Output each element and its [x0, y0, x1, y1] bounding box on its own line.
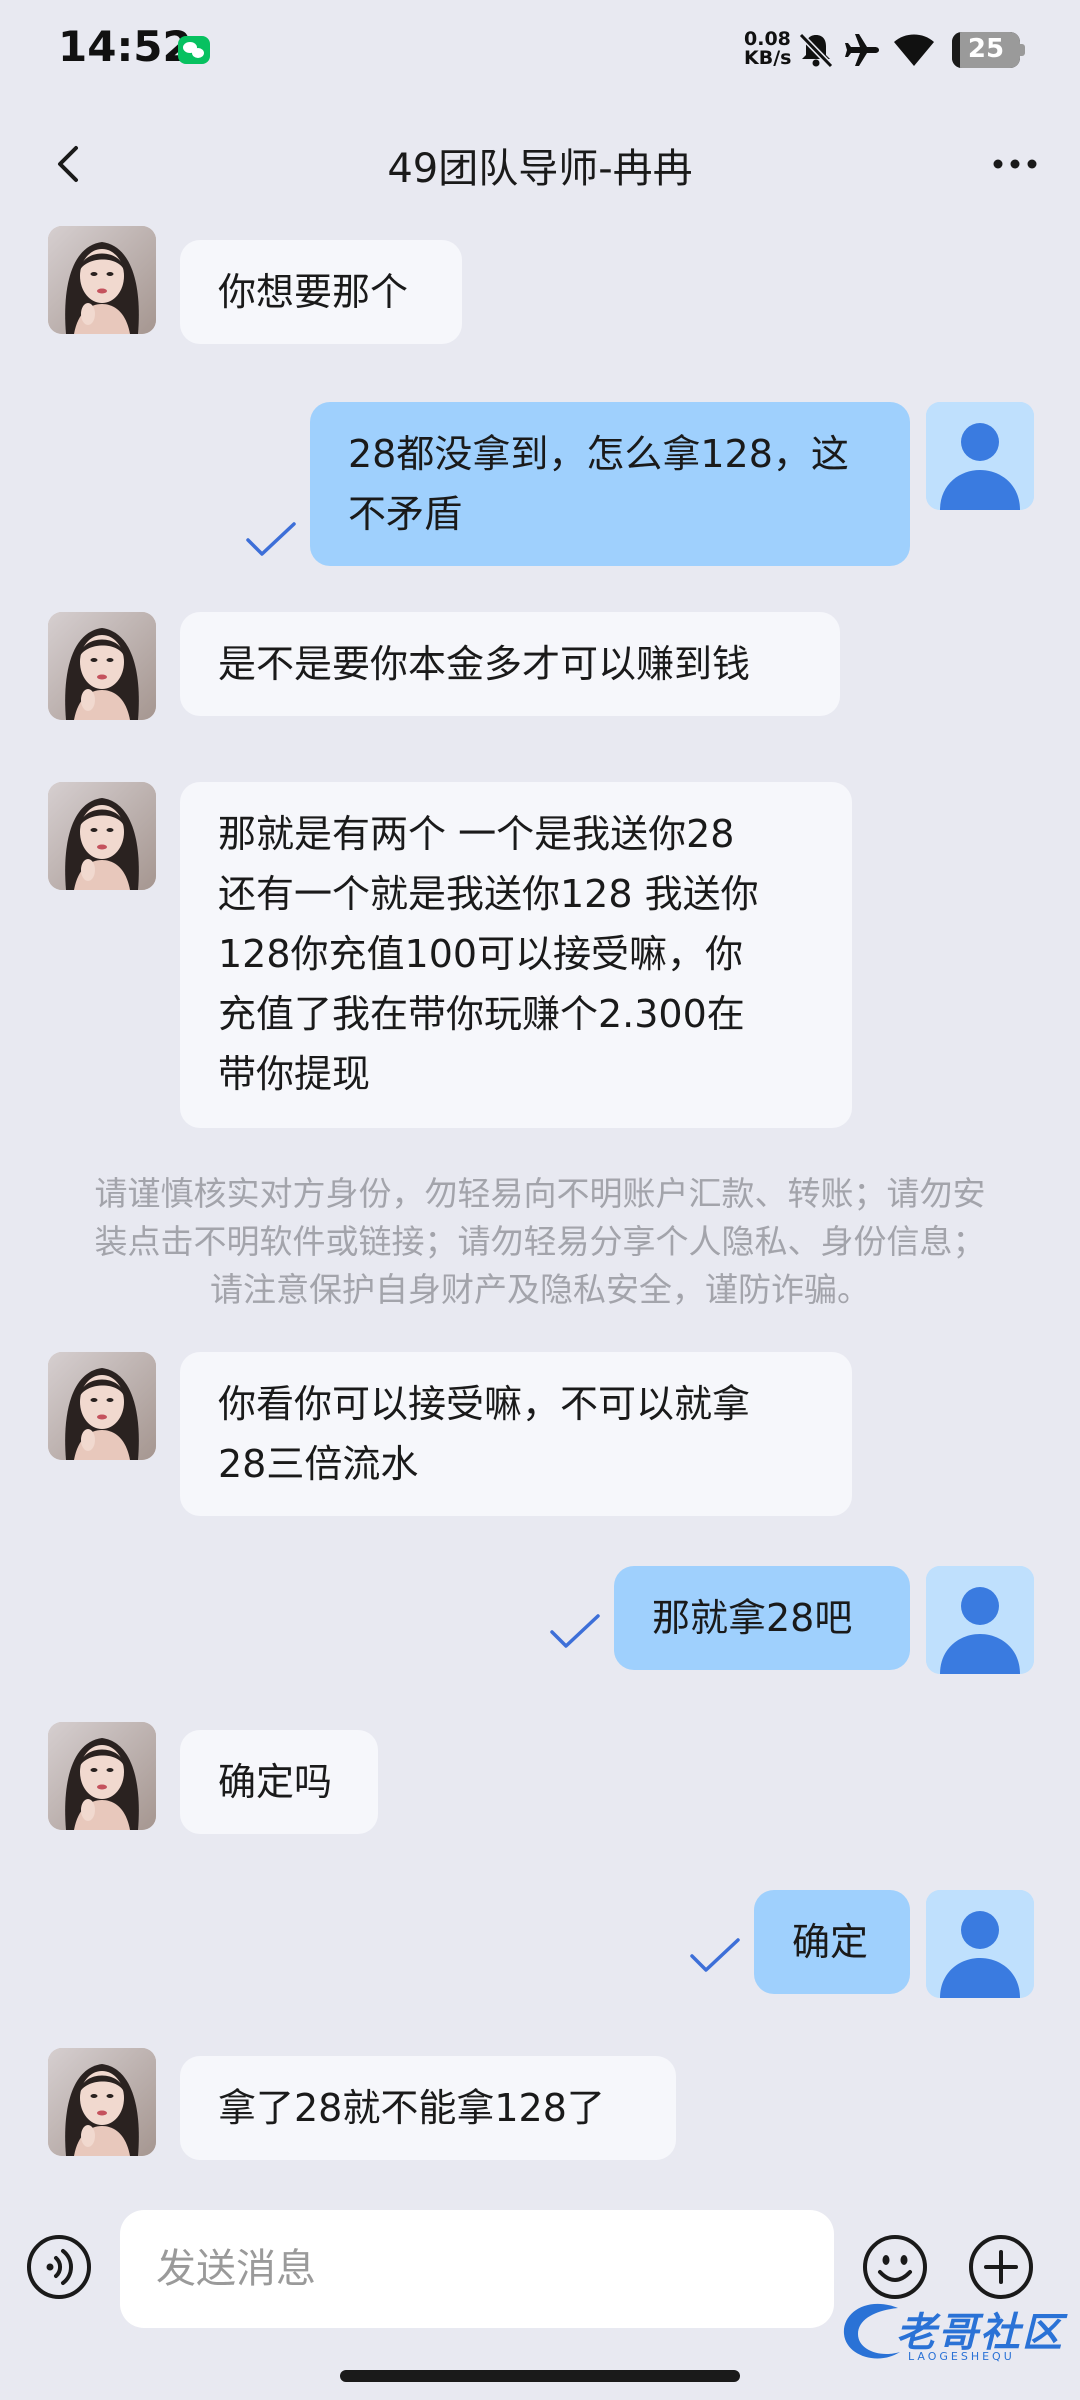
message-text: 那就拿28吧: [652, 1596, 853, 1640]
message-text: 你想要那个: [218, 270, 409, 314]
mute-bell-icon: [798, 32, 834, 69]
contact-avatar[interactable]: [48, 1722, 156, 1830]
airplane-icon: [845, 34, 879, 66]
clock: 14:52: [58, 22, 192, 71]
read-check-icon: [690, 1938, 740, 1972]
read-check-icon: [246, 522, 296, 556]
watermark-logo: 老哥社区 LAOGESHEQU: [838, 2296, 1068, 2376]
message-text-line: 28三倍流水: [218, 1442, 419, 1486]
message-bubble-outgoing[interactable]: 那就拿28吧: [614, 1566, 910, 1670]
status-bar: 14:52 0.08 KB/s 25: [0, 0, 1080, 100]
watermark-subtext: LAOGESHEQU: [908, 2350, 1015, 2363]
contact-avatar[interactable]: [48, 782, 156, 890]
message-text: 确定: [792, 1920, 869, 1964]
network-speed: 0.08 KB/s: [744, 30, 791, 68]
battery-icon: 25: [952, 32, 1020, 68]
message-bubble-incoming[interactable]: 确定吗: [180, 1730, 378, 1834]
security-notice-line: 装点击不明软件或链接；请勿轻易分享个人隐私、身份信息；: [94, 1222, 986, 1261]
security-notice: 请谨慎核实对方身份，勿轻易向不明账户汇款、转账；请勿安 装点击不明软件或链接；请…: [40, 1170, 1040, 1314]
chat-header: 49团队导师-冉冉: [0, 100, 1080, 230]
contact-avatar[interactable]: [48, 1352, 156, 1460]
message-text-line: 不矛盾: [348, 492, 463, 536]
message-bubble-incoming[interactable]: 你看你可以接受嘛，不可以就拿 28三倍流水: [180, 1352, 852, 1516]
chat-title: 49团队导师-冉冉: [387, 146, 693, 192]
wechat-icon: [178, 36, 210, 64]
more-dots-icon[interactable]: [990, 140, 1040, 188]
security-notice-line: 请注意保护自身财产及隐私安全，谨防诈骗。: [210, 1270, 870, 1309]
message-text: 是不是要你本金多才可以赚到钱: [218, 642, 751, 686]
contact-avatar[interactable]: [48, 226, 156, 334]
message-text: 拿了28就不能拿128了: [218, 2086, 605, 2130]
contact-avatar[interactable]: [48, 612, 156, 720]
message-bubble-incoming[interactable]: 是不是要你本金多才可以赚到钱: [180, 612, 840, 716]
wifi-icon: [894, 34, 934, 66]
my-avatar[interactable]: [926, 1566, 1034, 1674]
message-input[interactable]: [120, 2210, 834, 2328]
message-bubble-incoming[interactable]: 那就是有两个 一个是我送你28 还有一个就是我送你128 我送你 128你充值1…: [180, 782, 852, 1128]
security-notice-line: 请谨慎核实对方身份，勿轻易向不明账户汇款、转账；请勿安: [94, 1174, 986, 1213]
my-avatar[interactable]: [926, 1890, 1034, 1998]
message-bubble-incoming[interactable]: 拿了28就不能拿128了: [180, 2056, 676, 2160]
message-bubble-incoming[interactable]: 你想要那个: [180, 240, 462, 344]
message-text-line: 带你提现: [218, 1052, 371, 1096]
message-bubble-outgoing[interactable]: 确定: [754, 1890, 910, 1994]
read-check-icon: [550, 1614, 600, 1648]
message-text-line: 还有一个就是我送你128 我送你: [218, 872, 759, 916]
message-list[interactable]: 你想要那个 28都没拿到，怎么拿128，这 不矛盾 是不是要你本金多才可以赚到钱…: [0, 226, 1080, 2190]
battery-level: 25: [967, 34, 1005, 64]
message-bubble-outgoing[interactable]: 28都没拿到，怎么拿128，这 不矛盾: [310, 402, 910, 566]
message-text: 确定吗: [218, 1760, 333, 1804]
message-text-line: 那就是有两个 一个是我送你28: [218, 812, 735, 856]
contact-avatar[interactable]: [48, 2048, 156, 2156]
message-text-line: 128你充值100可以接受嘛，你: [218, 932, 744, 976]
home-indicator[interactable]: [340, 2370, 740, 2382]
voice-icon[interactable]: [26, 2234, 92, 2300]
message-text-line: 28都没拿到，怎么拿128，这: [348, 432, 849, 476]
message-text-line: 你看你可以接受嘛，不可以就拿: [218, 1382, 751, 1426]
plus-icon[interactable]: [968, 2234, 1034, 2300]
message-text-line: 充值了我在带你玩赚个2.300在: [218, 992, 745, 1036]
my-avatar[interactable]: [926, 402, 1034, 510]
emoji-icon[interactable]: [862, 2234, 928, 2300]
network-speed-unit: KB/s: [744, 47, 792, 69]
